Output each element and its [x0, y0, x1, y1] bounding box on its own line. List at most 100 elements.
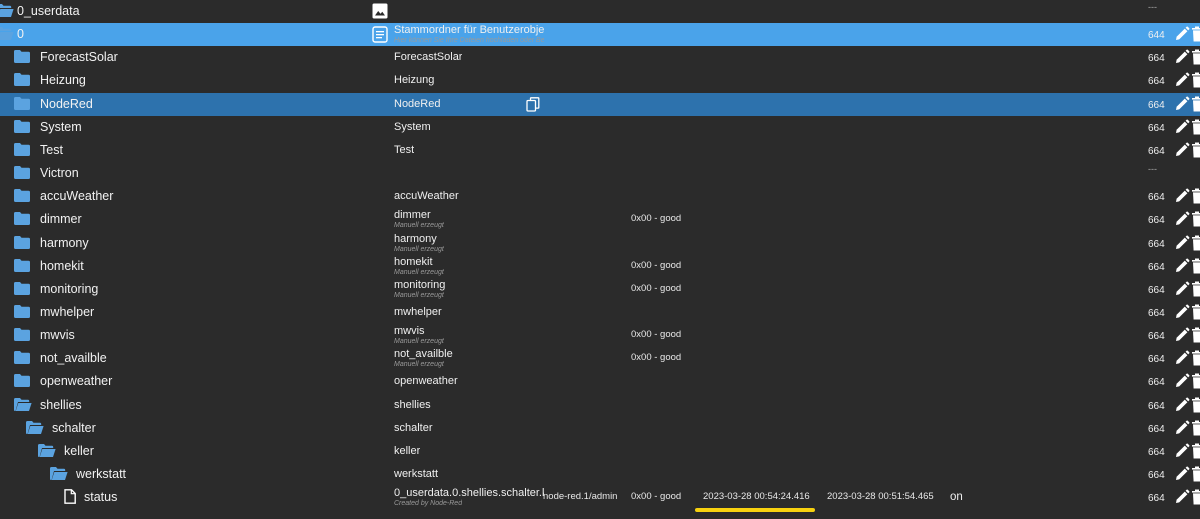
object-acl[interactable]: 664: [1148, 53, 1165, 65]
delete-icon[interactable]: [1192, 26, 1200, 42]
delete-icon[interactable]: [1192, 211, 1200, 227]
delete-icon[interactable]: [1192, 443, 1200, 459]
object-acl[interactable]: 664: [1148, 331, 1165, 343]
tree-row-victron[interactable]: Victron ---: [0, 162, 1200, 185]
delete-icon[interactable]: [1192, 327, 1200, 343]
folder-open-icon[interactable]: [50, 467, 68, 480]
folder-icon[interactable]: [14, 374, 30, 388]
object-acl[interactable]: 664: [1148, 123, 1165, 135]
edit-icon[interactable]: [1174, 304, 1190, 320]
delete-icon[interactable]: [1192, 119, 1200, 135]
edit-icon[interactable]: [1174, 142, 1190, 158]
tree-row-system[interactable]: System System 664: [0, 116, 1200, 139]
folder-open-icon[interactable]: [0, 27, 14, 41]
delete-icon[interactable]: [1192, 281, 1200, 297]
edit-icon[interactable]: [1174, 443, 1190, 459]
edit-icon[interactable]: [1174, 420, 1190, 436]
folder-icon[interactable]: [14, 189, 30, 203]
folder-open-icon[interactable]: [14, 397, 32, 411]
folder-icon[interactable]: [14, 96, 30, 110]
delete-icon[interactable]: [1192, 188, 1200, 204]
delete-icon[interactable]: [1192, 489, 1200, 505]
tree-row-forecastsolar[interactable]: ForecastSolar ForecastSolar 664: [0, 46, 1200, 69]
delete-icon[interactable]: [1192, 466, 1200, 482]
delete-icon[interactable]: [1192, 420, 1200, 436]
tree-row-shellies[interactable]: shellies shellies 664: [0, 394, 1200, 417]
object-acl[interactable]: 664: [1148, 192, 1165, 204]
tree-row-0[interactable]: 0 Stammordner für Benutzerobjekte Hier kön…: [0, 23, 1200, 47]
edit-icon[interactable]: [1174, 72, 1190, 88]
delete-icon[interactable]: [1192, 72, 1200, 88]
object-acl[interactable]: 664: [1148, 285, 1165, 297]
object-acl[interactable]: 664: [1148, 354, 1165, 366]
copy-icon[interactable]: [526, 96, 540, 112]
delete-icon[interactable]: [1192, 49, 1200, 65]
image-icon[interactable]: [372, 3, 388, 19]
folder-icon[interactable]: [14, 119, 30, 133]
edit-icon[interactable]: [1174, 281, 1190, 297]
object-acl[interactable]: 664: [1148, 262, 1165, 274]
folder-icon[interactable]: [14, 73, 30, 87]
document-icon[interactable]: [372, 26, 388, 43]
edit-icon[interactable]: [1174, 397, 1190, 413]
tree-row-not-availble[interactable]: not_availble not_availble Manuell erzeugt 0…: [0, 347, 1200, 370]
edit-icon[interactable]: [1174, 211, 1190, 227]
object-acl[interactable]: 664: [1148, 493, 1165, 505]
tree-row-monitoring[interactable]: monitoring monitoring Manuell erzeugt 0x00 …: [0, 278, 1200, 301]
object-acl[interactable]: 664: [1148, 401, 1165, 413]
object-acl[interactable]: 664: [1148, 215, 1165, 227]
tree-row-keller[interactable]: keller keller 664: [0, 440, 1200, 463]
tree-row-werkstatt[interactable]: werkstatt werkstatt 664: [0, 463, 1200, 486]
edit-icon[interactable]: [1174, 350, 1190, 366]
folder-icon[interactable]: [14, 142, 30, 156]
delete-icon[interactable]: [1192, 235, 1200, 251]
tree-row-dimmer[interactable]: dimmer dimmer Manuell erzeugt 0x00 - good 66…: [0, 208, 1200, 231]
delete-icon[interactable]: [1192, 373, 1200, 389]
edit-icon[interactable]: [1174, 26, 1190, 42]
object-acl[interactable]: 664: [1148, 470, 1165, 482]
delete-icon[interactable]: [1192, 350, 1200, 366]
tree-row-accuweather[interactable]: accuWeather accuWeather 664: [0, 185, 1200, 208]
object-acl[interactable]: 664: [1148, 100, 1165, 112]
tree-row-0-userdata[interactable]: 0_userdata ---: [0, 0, 1200, 23]
edit-icon[interactable]: [1174, 119, 1190, 135]
edit-icon[interactable]: [1174, 188, 1190, 204]
tree-row-harmony[interactable]: harmony harmony Manuell erzeugt 664: [0, 232, 1200, 255]
object-acl[interactable]: 664: [1148, 447, 1165, 459]
delete-icon[interactable]: [1192, 96, 1200, 112]
folder-open-icon[interactable]: [26, 420, 44, 434]
edit-icon[interactable]: [1174, 96, 1190, 112]
folder-open-icon[interactable]: [0, 4, 14, 17]
tree-row-heizung[interactable]: Heizung Heizung 664: [0, 69, 1200, 92]
tree-row-status[interactable]: status 0_userdata.0.shellies.schalter.kel…: [0, 486, 1200, 509]
folder-icon[interactable]: [14, 166, 30, 180]
object-acl[interactable]: 664: [1148, 76, 1165, 88]
folder-open-icon[interactable]: [38, 443, 56, 457]
object-acl[interactable]: 644: [1148, 30, 1165, 42]
folder-icon[interactable]: [14, 328, 30, 342]
tree-row-mwvis[interactable]: mwvis mwvis Manuell erzeugt 0x00 - good 664: [0, 324, 1200, 347]
edit-icon[interactable]: [1174, 235, 1190, 251]
folder-icon[interactable]: [14, 212, 30, 226]
object-acl[interactable]: 664: [1148, 239, 1165, 251]
delete-icon[interactable]: [1192, 397, 1200, 413]
edit-icon[interactable]: [1174, 49, 1190, 65]
folder-icon[interactable]: [14, 281, 30, 295]
edit-icon[interactable]: [1174, 466, 1190, 482]
delete-icon[interactable]: [1192, 258, 1200, 274]
delete-icon[interactable]: [1192, 304, 1200, 320]
folder-icon[interactable]: [14, 351, 30, 365]
object-acl[interactable]: 664: [1148, 146, 1165, 158]
tree-row-nodered[interactable]: NodeRed NodeRed 664: [0, 92, 1200, 116]
edit-icon[interactable]: [1174, 258, 1190, 274]
delete-icon[interactable]: [1192, 142, 1200, 158]
edit-icon[interactable]: [1174, 489, 1190, 505]
object-value[interactable]: on: [950, 490, 963, 504]
object-acl[interactable]: 664: [1148, 377, 1165, 389]
tree-row-schalter[interactable]: schalter schalter 664: [0, 417, 1200, 440]
edit-icon[interactable]: [1174, 327, 1190, 343]
object-acl[interactable]: 664: [1148, 424, 1165, 436]
object-acl[interactable]: 664: [1148, 308, 1165, 320]
tree-row-openweather[interactable]: openweather openweather 664: [0, 370, 1200, 393]
edit-icon[interactable]: [1174, 373, 1190, 389]
